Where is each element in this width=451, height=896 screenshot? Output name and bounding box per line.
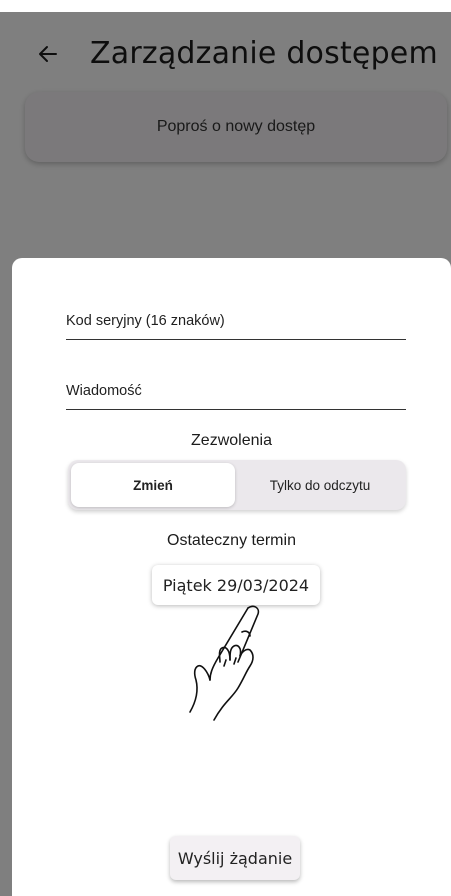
permissions-segmented-control: Zmień Tylko do odczytu bbox=[68, 460, 406, 510]
deadline-label: Ostateczny termin bbox=[167, 532, 296, 549]
screen: Zarządzanie dostępem Poproś o nowy dostę… bbox=[0, 0, 451, 896]
hand-pointer-icon bbox=[168, 602, 272, 722]
send-request-button[interactable]: Wyślij żądanie bbox=[170, 836, 300, 880]
serial-code-field[interactable]: Kod seryjny (16 znaków) bbox=[66, 282, 406, 340]
permissions-label: Zezwolenia bbox=[191, 432, 272, 449]
serial-code-label: Kod seryjny (16 znaków) bbox=[66, 313, 225, 329]
segment-change[interactable]: Zmień bbox=[71, 463, 235, 507]
status-strip bbox=[0, 0, 451, 12]
message-label: Wiadomość bbox=[66, 383, 142, 399]
message-field[interactable]: Wiadomość bbox=[66, 352, 406, 410]
deadline-date-button[interactable]: Piątek 29/03/2024 bbox=[152, 565, 320, 605]
bottom-sheet: Kod seryjny (16 znaków) Wiadomość Zezwol… bbox=[12, 258, 451, 896]
segment-read-only[interactable]: Tylko do odczytu bbox=[238, 463, 402, 507]
